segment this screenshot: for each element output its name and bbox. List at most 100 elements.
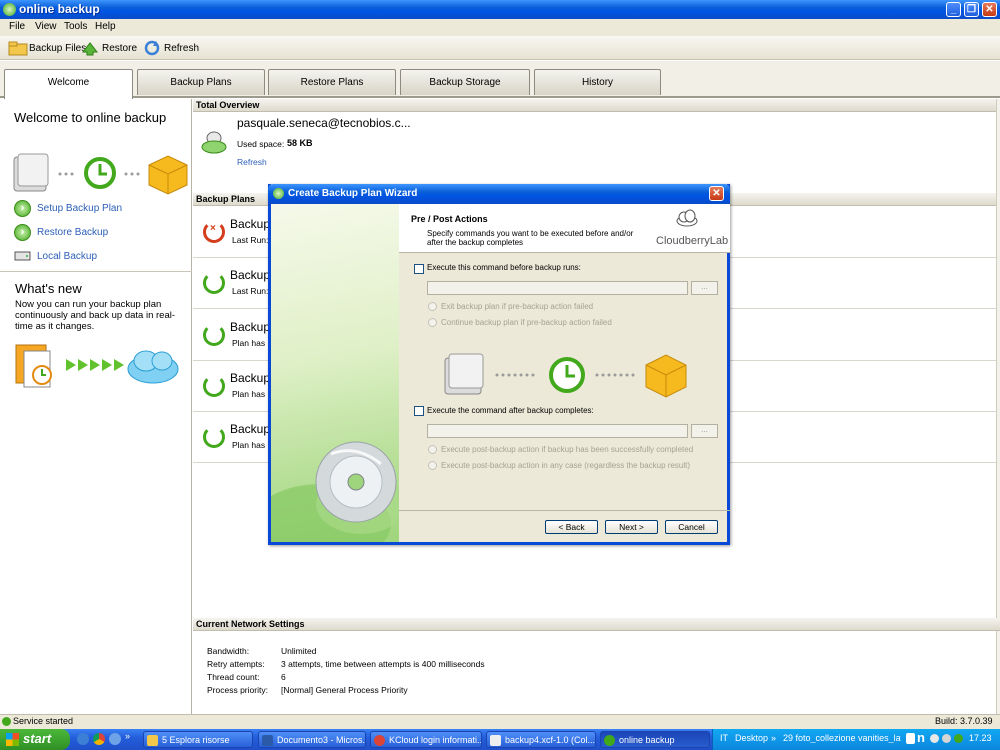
app-icon	[273, 188, 284, 199]
setup-backup-plan-link[interactable]: › Setup Backup Plan	[14, 199, 122, 217]
tab-history[interactable]: History	[534, 69, 661, 95]
tab-restore-plans[interactable]: Restore Plans	[268, 69, 396, 95]
system-tray: IT Desktop » 29 foto_collezione vanities…	[712, 729, 1000, 750]
menu-help[interactable]: Help	[95, 21, 116, 32]
pre-exit-radio[interactable]	[428, 302, 437, 311]
overview-refresh-link[interactable]: Refresh	[237, 157, 267, 167]
backup-tray-icon[interactable]	[954, 734, 963, 743]
image-icon	[490, 735, 501, 746]
post-always-label: Execute post-backup action in any case (…	[441, 461, 691, 470]
pre-backup-label: Execute this command before backup runs:	[427, 263, 581, 272]
task-label: 5 Esplora risorse	[162, 735, 230, 745]
back-button[interactable]: < Back	[545, 520, 598, 534]
tab-welcome[interactable]: Welcome	[4, 69, 133, 99]
refresh-button[interactable]: Refresh	[143, 38, 199, 58]
backup-flow-illustration	[441, 350, 691, 398]
wizard-header: Pre / Post Actions Specify commands you …	[399, 204, 730, 253]
local-backup-link[interactable]: Local Backup	[14, 247, 97, 265]
create-backup-plan-wizard: Create Backup Plan Wizard ✕ Pre / Post A…	[268, 184, 730, 545]
task-gimp[interactable]: backup4.xcf-1.0 (Col...	[486, 731, 596, 748]
tab-backup-storage[interactable]: Backup Storage	[400, 69, 530, 95]
chevron-right-icon[interactable]: »	[771, 733, 776, 743]
thread-label: Thread count:	[207, 672, 260, 682]
welcome-sidebar: Welcome to online backup › Setup Backup …	[0, 99, 192, 714]
browser-icon[interactable]	[109, 733, 121, 745]
task-label: online backup	[619, 735, 675, 745]
tab-backup-plans[interactable]: Backup Plans	[137, 69, 265, 95]
plan-name: Backup	[230, 320, 271, 334]
menu-tools[interactable]: Tools	[64, 21, 87, 32]
pre-backup-checkbox[interactable]	[414, 264, 424, 274]
cloudberry-cloud-icon	[676, 209, 698, 227]
minimize-button[interactable]: _	[946, 2, 961, 17]
build-version: Build: 3.7.0.39	[935, 716, 993, 726]
desktop-toolbar[interactable]: Desktop	[735, 733, 768, 743]
retry-value: 3 attempts, time between attempts is 400…	[281, 659, 485, 669]
plan-status-icon	[203, 324, 225, 346]
pre-continue-radio[interactable]	[428, 318, 437, 327]
used-space-value: 58 KB	[287, 138, 313, 148]
thread-value: 6	[281, 672, 286, 682]
wizard-title: Create Backup Plan Wizard	[288, 188, 418, 199]
pre-backup-browse-button[interactable]: ...	[691, 281, 718, 295]
wizard-close-button[interactable]: ✕	[709, 186, 724, 201]
plan-name: Backup	[230, 217, 271, 231]
tray-n-icon[interactable]: n	[917, 730, 925, 745]
retry-row: Retry attempts: 3 attempts, time between…	[207, 659, 997, 672]
window-title: online backup	[19, 2, 100, 16]
priority-value: [Normal] General Process Priority	[281, 685, 408, 695]
post-always-radio[interactable]	[428, 461, 437, 470]
task-online-backup[interactable]: online backup	[600, 731, 710, 748]
restore-backup-label: Restore Backup	[37, 226, 109, 238]
tray-app-icon[interactable]	[906, 733, 915, 744]
used-space-label: Used space:	[237, 139, 285, 149]
chevron-right-icon[interactable]: »	[125, 731, 130, 741]
setup-backup-plan-label: Setup Backup Plan	[37, 202, 123, 214]
wizard-title-bar[interactable]: Create Backup Plan Wizard ✕	[268, 184, 730, 204]
backup-illustration	[12, 151, 192, 196]
window-title-bar[interactable]: online backup _ ❐ ✕	[0, 0, 1000, 19]
refresh-icon	[143, 40, 161, 56]
task-explorer[interactable]: 5 Esplora risorse	[143, 731, 253, 748]
pre-exit-label: Exit backup plan if pre-backup action fa…	[441, 302, 594, 311]
wizard-step-description: Specify commands you want to be executed…	[427, 229, 634, 247]
backup-files-button[interactable]: Backup Files	[8, 38, 86, 58]
start-button[interactable]: start	[0, 729, 70, 750]
retry-label: Retry attempts:	[207, 659, 265, 669]
maximize-button[interactable]: ❐	[964, 2, 979, 17]
plan-status-icon	[203, 375, 225, 397]
task-label: backup4.xcf-1.0 (Col...	[505, 735, 596, 745]
restore-button[interactable]: Restore	[81, 38, 137, 58]
menu-file[interactable]: File	[9, 21, 25, 32]
next-button[interactable]: Next >	[605, 520, 658, 534]
ie-icon[interactable]	[77, 733, 89, 745]
status-text: Service started	[13, 716, 74, 726]
close-button[interactable]: ✕	[982, 2, 997, 17]
menu-view[interactable]: View	[35, 21, 57, 32]
cloudberry-logo: CloudberryLab	[656, 235, 729, 247]
post-backup-checkbox[interactable]	[414, 406, 424, 416]
post-backup-label: Execute the command after backup complet…	[427, 406, 594, 415]
toolbar: Backup Files Restore Refresh	[0, 36, 1000, 60]
task-chrome[interactable]: KCloud login informati...	[370, 731, 482, 748]
chrome-icon[interactable]	[93, 733, 105, 745]
tray-icon[interactable]	[930, 734, 939, 743]
plan-name: Backup	[230, 371, 271, 385]
task-word[interactable]: Documento3 - Micros...	[258, 731, 366, 748]
quick-launch: »	[77, 731, 137, 747]
language-indicator[interactable]: IT	[720, 733, 728, 743]
menu-bar: File View Tools Help	[0, 19, 1000, 36]
app-icon	[604, 735, 615, 746]
post-backup-command-input[interactable]	[427, 424, 688, 438]
taskbar: start » 5 Esplora risorse Documento3 - M…	[0, 729, 1000, 750]
post-backup-browse-button[interactable]: ...	[691, 424, 718, 438]
restore-backup-link[interactable]: › Restore Backup	[14, 223, 108, 241]
post-success-radio[interactable]	[428, 445, 437, 454]
wizard-step-title: Pre / Post Actions	[411, 214, 488, 224]
wizard-footer-divider	[399, 510, 730, 511]
start-label: start	[23, 731, 52, 746]
pre-backup-command-input[interactable]	[427, 281, 688, 295]
cancel-button[interactable]: Cancel	[665, 520, 718, 534]
volume-icon[interactable]	[942, 734, 951, 743]
wizard-side-banner	[271, 204, 399, 542]
